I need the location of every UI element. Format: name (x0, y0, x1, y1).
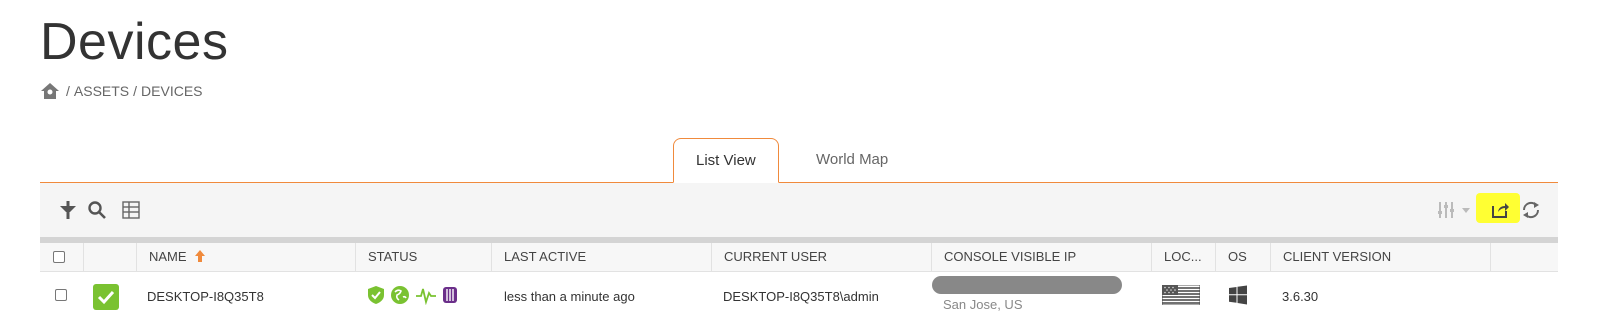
breadcrumb-devices: DEVICES (141, 83, 203, 99)
table-row[interactable]: DESKTOP-I8Q35T8 less than a minute ago D… (40, 272, 1558, 325)
filter-tree-icon[interactable] (56, 198, 80, 222)
device-name[interactable]: DESKTOP-I8Q35T8 (147, 272, 264, 322)
table-header: NAME STATUS LAST ACTIVE CURRENT USER CON… (40, 243, 1558, 272)
header-current-user[interactable]: CURRENT USER (712, 243, 932, 271)
header-console-visible-ip[interactable]: CONSOLE VISIBLE IP (932, 243, 1152, 271)
export-icon[interactable] (1488, 198, 1512, 222)
chevron-down-icon[interactable] (1460, 198, 1472, 222)
breadcrumb: / ASSETS / DEVICES (40, 82, 207, 100)
ip-location: San Jose, US (943, 297, 1023, 312)
columns-icon[interactable] (119, 198, 143, 222)
header-os[interactable]: OS (1216, 243, 1271, 271)
client-version: 3.6.30 (1282, 289, 1319, 304)
search-icon[interactable] (85, 198, 109, 222)
header-indicator (84, 243, 137, 271)
home-icon[interactable] (40, 82, 60, 100)
view-tabs: List View World Map (40, 138, 1558, 183)
tab-world-map[interactable]: World Map (794, 138, 910, 181)
shield-check-icon (368, 286, 384, 304)
header-client-version[interactable]: CLIENT VERSION (1271, 243, 1491, 271)
activity-icon (416, 288, 436, 305)
breadcrumb-assets[interactable]: ASSETS (74, 83, 129, 99)
purple-app-icon (443, 287, 457, 303)
redacted-ip (932, 276, 1122, 294)
select-all-checkbox[interactable] (53, 251, 65, 263)
header-spacer (1491, 243, 1558, 271)
toolbar (40, 183, 1558, 237)
status-icons (367, 272, 458, 318)
windows-icon (1229, 285, 1247, 305)
sort-ascending-icon (195, 250, 206, 262)
current-user: DESKTOP-I8Q35T8\admin (723, 289, 879, 304)
header-status[interactable]: STATUS (356, 243, 492, 271)
header-name[interactable]: NAME (137, 243, 356, 271)
adjust-sliders-icon[interactable] (1436, 198, 1460, 222)
last-active: less than a minute ago (504, 289, 635, 304)
globe-icon (391, 286, 409, 304)
us-flag-icon (1162, 285, 1200, 305)
header-last-active[interactable]: LAST ACTIVE (492, 243, 712, 271)
refresh-icon[interactable] (1519, 198, 1543, 222)
device-ok-icon (93, 284, 119, 310)
row-checkbox[interactable] (55, 289, 67, 301)
header-location[interactable]: LOC... (1152, 243, 1216, 271)
page-title: Devices (40, 13, 229, 71)
tab-list-view[interactable]: List View (673, 138, 779, 183)
